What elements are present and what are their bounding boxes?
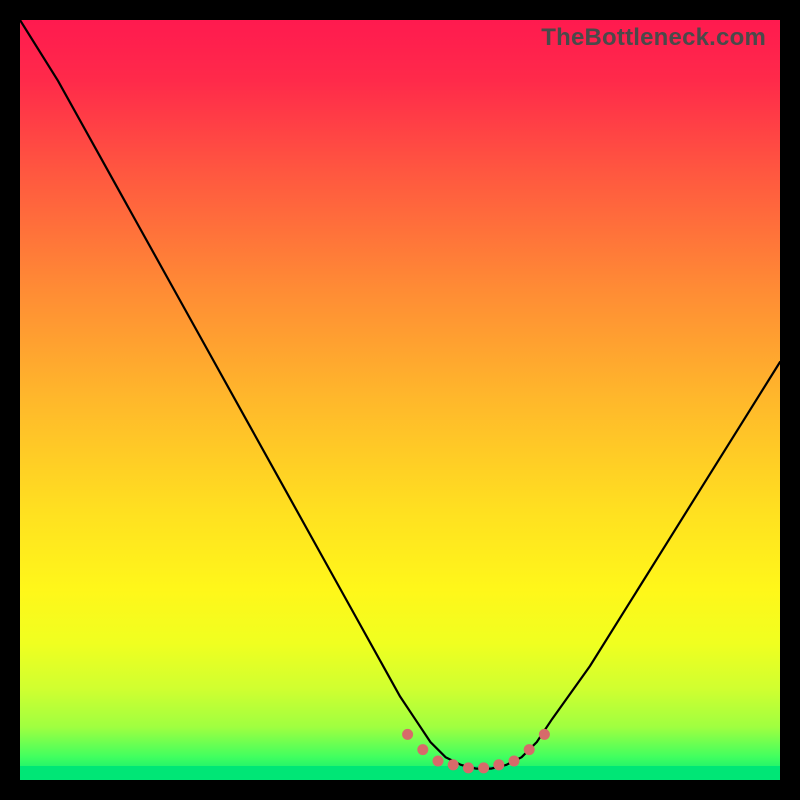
- marker-dot: [539, 729, 550, 740]
- marker-dot: [524, 744, 535, 755]
- watermark-label: TheBottleneck.com: [541, 24, 766, 52]
- marker-dot: [402, 729, 413, 740]
- plot-area: TheBottleneck.com: [20, 20, 780, 780]
- chart-series: [20, 20, 780, 769]
- marker-dot: [433, 756, 444, 767]
- marker-dot: [493, 759, 504, 770]
- marker-dot: [448, 759, 459, 770]
- marker-dot: [417, 744, 428, 755]
- optimal-range-dots: [402, 729, 550, 773]
- marker-dot: [478, 762, 489, 773]
- chart-frame: TheBottleneck.com: [0, 0, 800, 800]
- marker-dot: [509, 756, 520, 767]
- marker-dot: [463, 762, 474, 773]
- curve-layer: [20, 20, 780, 780]
- bottleneck-curve: [20, 20, 780, 769]
